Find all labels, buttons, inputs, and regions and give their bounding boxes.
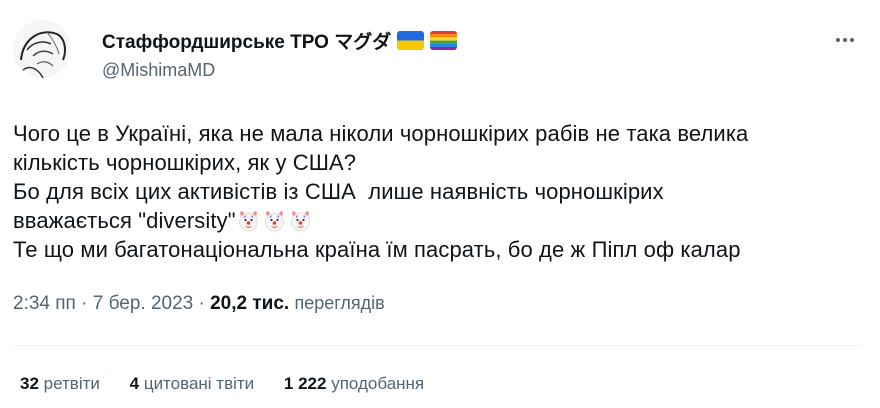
tweet-line-1: Чого це в Україні, яка не мала ніколи чо…	[13, 121, 749, 146]
tweet-line-4: вважається "diversity"	[13, 208, 236, 233]
divider	[13, 345, 863, 346]
clown-face-icon	[262, 208, 287, 233]
likes-label: уподобання	[331, 374, 425, 393]
display-name-text: Стаффордширське ТРО マグダ	[102, 32, 392, 53]
quotes-count: 4	[129, 374, 140, 393]
display-name[interactable]: Стаффордширське ТРО マグダ	[102, 27, 458, 54]
retweets-label: ретвіти	[43, 374, 100, 393]
meta-separator: ·	[198, 293, 205, 314]
views-label: переглядів	[294, 293, 385, 313]
retweets-stat[interactable]: 32 ретвіти	[20, 374, 100, 393]
quotes-label: цитовані твіти	[143, 374, 255, 393]
views-count: 20,2 тис.	[210, 293, 290, 314]
retweets-count: 32	[20, 374, 39, 393]
tweet-date[interactable]: 7 бер. 2023	[93, 293, 193, 314]
likes-stat[interactable]: 1 222 уподобання	[284, 374, 424, 393]
tweet-meta: 2:34 пп · 7 бер. 2023 · 20,2 тис. перегл…	[13, 293, 385, 315]
ukraine-flag-icon	[397, 31, 425, 50]
tweet-line-5: Те що ми багатонаціональна країна їм пас…	[13, 237, 741, 262]
quote-tweets-stat[interactable]: 4 цитовані твіти	[130, 374, 255, 393]
tweet-line-3: Бо для всіх цих активістів із США лише н…	[13, 179, 664, 204]
rainbow-flag-icon	[430, 31, 458, 50]
handle[interactable]: @MishimaMD	[102, 60, 215, 81]
tweet-line-2: кількість чорношкірих, як у США?	[13, 150, 357, 175]
engagement-stats: 32 ретвіти 4 цитовані твіти 1 222 уподоб…	[20, 374, 449, 394]
meta-separator: ·	[81, 293, 88, 314]
more-options-icon[interactable]	[836, 30, 860, 50]
avatar[interactable]	[13, 20, 71, 78]
clown-face-icon	[236, 208, 261, 233]
tweet-time[interactable]: 2:34 пп	[13, 293, 76, 314]
likes-count: 1 222	[283, 374, 327, 393]
clown-face-icon	[288, 208, 313, 233]
tweet-text: Чого це в Україні, яка не мала ніколи чо…	[13, 119, 863, 264]
